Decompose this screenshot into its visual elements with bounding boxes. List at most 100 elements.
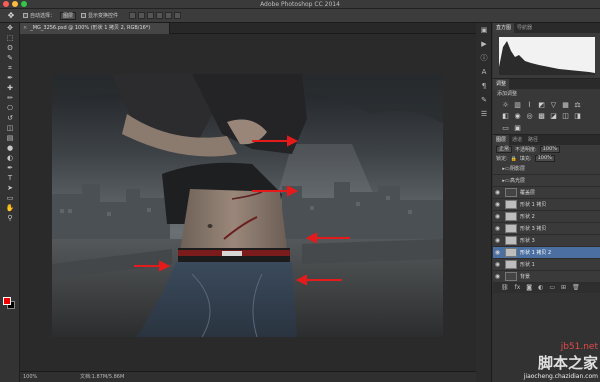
zoom-icon[interactable]: ⚲ — [0, 213, 20, 223]
move-tool-preset-icon[interactable]: ✥ — [4, 11, 18, 21]
color-lookup-icon[interactable]: ▩ — [537, 112, 546, 120]
photo-canvas[interactable] — [52, 74, 443, 337]
invert-icon[interactable]: ◪ — [549, 112, 558, 120]
color-balance-icon[interactable]: ⚖ — [573, 101, 582, 109]
delete-layer-icon[interactable]: 🗑 — [572, 283, 580, 293]
channel-mixer-icon[interactable]: ◎ — [525, 112, 534, 120]
stamp-icon[interactable]: ⎔ — [0, 103, 20, 113]
tab-navigator[interactable]: 导航器 — [514, 23, 535, 33]
layer-row[interactable]: ▸▭ 高光层 — [493, 175, 600, 187]
visibility-eye-icon[interactable]: ◉ — [493, 237, 502, 244]
show-transform-checkbox[interactable] — [81, 13, 87, 18]
align-top-icon[interactable] — [129, 12, 137, 19]
group-folder-icon[interactable]: ▸▭ — [502, 166, 510, 172]
visibility-eye-icon[interactable]: ◉ — [493, 213, 502, 220]
new-layer-icon[interactable]: ⊞ — [561, 283, 566, 293]
photo-filter-icon[interactable]: ◉ — [513, 112, 522, 120]
new-adjustment-icon[interactable]: ◐ — [538, 283, 543, 293]
add-mask-icon[interactable]: ◙ — [526, 283, 532, 293]
layer-row[interactable]: ◉ 覆盖层 — [493, 187, 600, 199]
marquee-icon[interactable]: ⬚ — [0, 33, 20, 43]
group-folder-icon[interactable]: ▸▭ — [502, 178, 510, 184]
hue-saturation-icon[interactable]: ▦ — [561, 101, 570, 109]
link-layers-icon[interactable]: ⛓ — [501, 283, 509, 293]
align-bottom-icon[interactable] — [147, 12, 155, 19]
eraser-icon[interactable]: ◫ — [0, 123, 20, 133]
auto-select-option[interactable]: 自动选择： — [23, 12, 55, 19]
threshold-icon[interactable]: ◨ — [573, 112, 582, 120]
history-icon[interactable]: ▣ — [476, 23, 492, 37]
foreground-color-swatch[interactable] — [3, 297, 11, 305]
exposure-icon[interactable]: ◩ — [537, 101, 546, 109]
visibility-eye-icon[interactable]: ◉ — [493, 249, 502, 256]
eyedropper-icon[interactable]: ✒ — [0, 73, 20, 83]
blur-icon[interactable]: ● — [0, 143, 20, 153]
curves-icon[interactable]: ⌇ — [525, 101, 534, 109]
layer-name: 形状 3 拷贝 — [520, 226, 547, 232]
info-icon[interactable]: ⓘ — [476, 51, 492, 65]
align-vcenter-icon[interactable] — [138, 12, 146, 19]
actions-icon[interactable]: ▶ — [476, 37, 492, 51]
brightness-icon[interactable]: ☼ — [501, 101, 510, 109]
opacity-field[interactable]: 100% — [539, 146, 560, 153]
lasso-icon[interactable]: ʘ — [0, 43, 20, 53]
selective-color-icon[interactable]: ▣ — [513, 124, 522, 132]
layer-row[interactable]: ◉ 形状 3 — [493, 235, 600, 247]
brush-icon[interactable]: ✏ — [0, 93, 20, 103]
lock-icon[interactable]: 🔒 — [511, 156, 517, 162]
layer-row[interactable]: ◉ 形状 2 — [493, 211, 600, 223]
levels-icon[interactable]: ▥ — [513, 101, 522, 109]
visibility-eye-icon[interactable]: ◉ — [493, 201, 502, 208]
new-group-icon[interactable]: ▭ — [549, 283, 555, 293]
vibrance-icon[interactable]: ▽ — [549, 101, 558, 109]
type-icon[interactable]: T — [0, 173, 20, 183]
align-right-icon[interactable] — [174, 12, 182, 19]
visibility-eye-icon[interactable]: ◉ — [493, 273, 502, 280]
layer-row[interactable]: ◉ 背景 — [493, 271, 600, 283]
healing-icon[interactable]: ✚ — [0, 83, 20, 93]
blend-mode-dropdown[interactable]: 正常 — [496, 146, 513, 153]
crop-icon[interactable]: ⌗ — [0, 63, 20, 73]
tab-histogram[interactable]: 直方图 — [493, 23, 515, 33]
align-hcenter-icon[interactable] — [165, 12, 173, 19]
tab-adjustments[interactable]: 调整 — [493, 79, 510, 89]
black-white-icon[interactable]: ◧ — [501, 112, 510, 120]
posterize-icon[interactable]: ◫ — [561, 112, 570, 120]
align-left-icon[interactable] — [156, 12, 164, 19]
layer-row[interactable]: ◉ 形状 1 — [493, 259, 600, 271]
document-info[interactable]: 文档:1.87M/5.86M — [80, 372, 124, 382]
shape-icon[interactable]: ▭ — [0, 193, 20, 203]
layer-row[interactable]: ◉ 形状 3 拷贝 — [493, 223, 600, 235]
layer-row[interactable]: ▸▭ 阴影层 — [493, 163, 600, 175]
auto-select-checkbox[interactable] — [23, 13, 28, 18]
canvas-area[interactable] — [20, 34, 476, 371]
paragraph-icon[interactable]: ¶ — [476, 79, 492, 93]
gradient-icon[interactable]: ▤ — [0, 133, 20, 143]
layer-row[interactable]: ◉ 形状 1 拷贝 — [493, 199, 600, 211]
dodge-icon[interactable]: ◐ — [0, 153, 20, 163]
character-icon[interactable]: A — [476, 65, 492, 79]
layer-row[interactable]: ◉ 形状 1 拷贝 2 — [493, 247, 600, 259]
quick-select-icon[interactable]: ✎ — [0, 53, 20, 63]
tab-channels[interactable]: 通道 — [509, 135, 525, 145]
tab-layers[interactable]: 图层 — [493, 135, 510, 145]
properties-icon[interactable]: ☰ — [476, 107, 492, 121]
history-brush-icon[interactable]: ↺ — [0, 113, 20, 123]
pen-icon[interactable]: ✒ — [0, 163, 20, 173]
document-tab[interactable]: × _MG_3256.psd @ 100% (形状 1 拷贝 2, RGB/16*… — [20, 23, 170, 34]
fill-field[interactable]: 100% — [534, 155, 555, 162]
brush-presets-icon[interactable]: ✎ — [476, 93, 492, 107]
visibility-eye-icon[interactable]: ◉ — [493, 225, 502, 232]
layer-style-icon[interactable]: fx — [515, 283, 521, 293]
hand-icon[interactable]: ✋ — [0, 203, 20, 213]
auto-select-target-dropdown[interactable]: 图层 — [60, 11, 77, 20]
show-transform-option[interactable]: 显示变换控件 — [81, 12, 118, 19]
move-icon[interactable]: ✥ — [0, 23, 20, 33]
visibility-eye-icon[interactable]: ◉ — [493, 261, 502, 268]
visibility-eye-icon[interactable]: ◉ — [493, 189, 502, 196]
path-select-icon[interactable]: ➤ — [0, 183, 20, 193]
close-tab-icon[interactable]: × — [23, 25, 27, 31]
tab-paths[interactable]: 路径 — [525, 135, 541, 145]
gradient-map-icon[interactable]: ▭ — [501, 124, 510, 132]
zoom-level[interactable]: 100% — [23, 372, 37, 382]
